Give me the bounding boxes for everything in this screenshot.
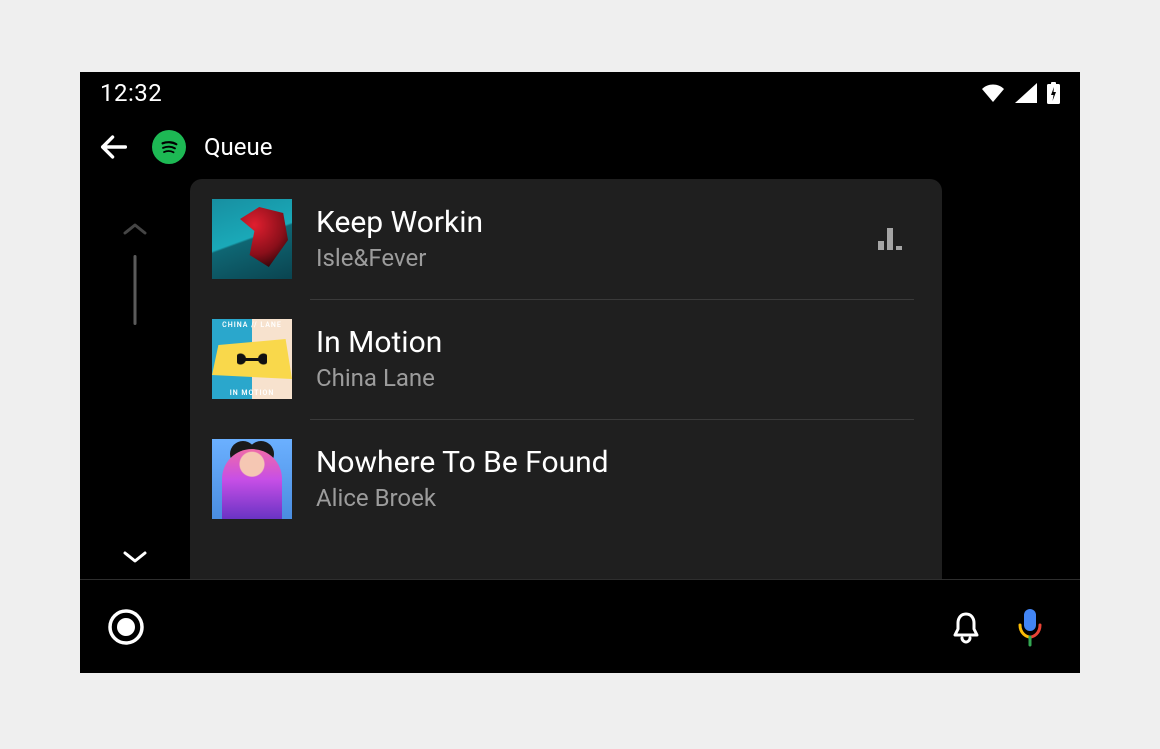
scroll-up-button[interactable]: [80, 221, 190, 237]
scroll-thumb[interactable]: [134, 255, 137, 325]
bell-icon: [950, 610, 982, 644]
track-row[interactable]: Nowhere To Be Found Alice Broek: [190, 419, 942, 539]
wifi-icon: [981, 83, 1005, 103]
status-bar: 12:32: [80, 72, 1080, 114]
notifications-button[interactable]: [944, 605, 988, 649]
voice-assistant-button[interactable]: [1008, 605, 1052, 649]
track-row[interactable]: CHINA // LANE IN MOTION In Motion China …: [190, 299, 942, 419]
track-title: In Motion: [316, 326, 912, 361]
album-art-text-top: CHINA // LANE: [214, 321, 290, 329]
car-head-unit: 12:32: [80, 72, 1080, 673]
track-artist: Alice Broek: [316, 484, 912, 512]
album-art: [212, 199, 292, 279]
spotify-icon: [152, 130, 186, 164]
chevron-down-icon: [122, 549, 148, 565]
clock: 12:32: [100, 79, 162, 107]
app-header: Queue: [80, 114, 1080, 179]
track-row[interactable]: Keep Workin Isle&Fever: [190, 179, 942, 299]
queue-list[interactable]: Keep Workin Isle&Fever CHINA // LANE IN …: [190, 179, 942, 579]
cell-signal-icon: [1015, 83, 1037, 103]
home-button[interactable]: [104, 605, 148, 649]
track-text: Nowhere To Be Found Alice Broek: [316, 446, 912, 513]
track-text: In Motion China Lane: [316, 326, 912, 393]
album-art: [212, 439, 292, 519]
arrow-left-icon: [97, 130, 131, 164]
album-art: CHINA // LANE IN MOTION: [212, 319, 292, 399]
track-title: Keep Workin: [316, 206, 854, 241]
circle-dot-icon: [106, 607, 146, 647]
track-text: Keep Workin Isle&Fever: [316, 206, 854, 273]
back-button[interactable]: [94, 127, 134, 167]
track-artist: China Lane: [316, 364, 912, 392]
microphone-icon: [1016, 607, 1044, 647]
track-title: Nowhere To Be Found: [316, 446, 912, 481]
album-art-text-bottom: IN MOTION: [214, 389, 290, 397]
content-area: Keep Workin Isle&Fever CHINA // LANE IN …: [80, 179, 1080, 579]
scroll-down-button[interactable]: [80, 549, 190, 565]
bottom-nav: [80, 579, 1080, 673]
page-title: Queue: [204, 133, 272, 161]
chevron-up-icon: [122, 221, 148, 237]
status-icons: [981, 82, 1060, 104]
now-playing-icon: [878, 228, 912, 250]
battery-charging-icon: [1047, 82, 1060, 104]
scroll-rail: [80, 179, 190, 579]
track-artist: Isle&Fever: [316, 244, 854, 272]
